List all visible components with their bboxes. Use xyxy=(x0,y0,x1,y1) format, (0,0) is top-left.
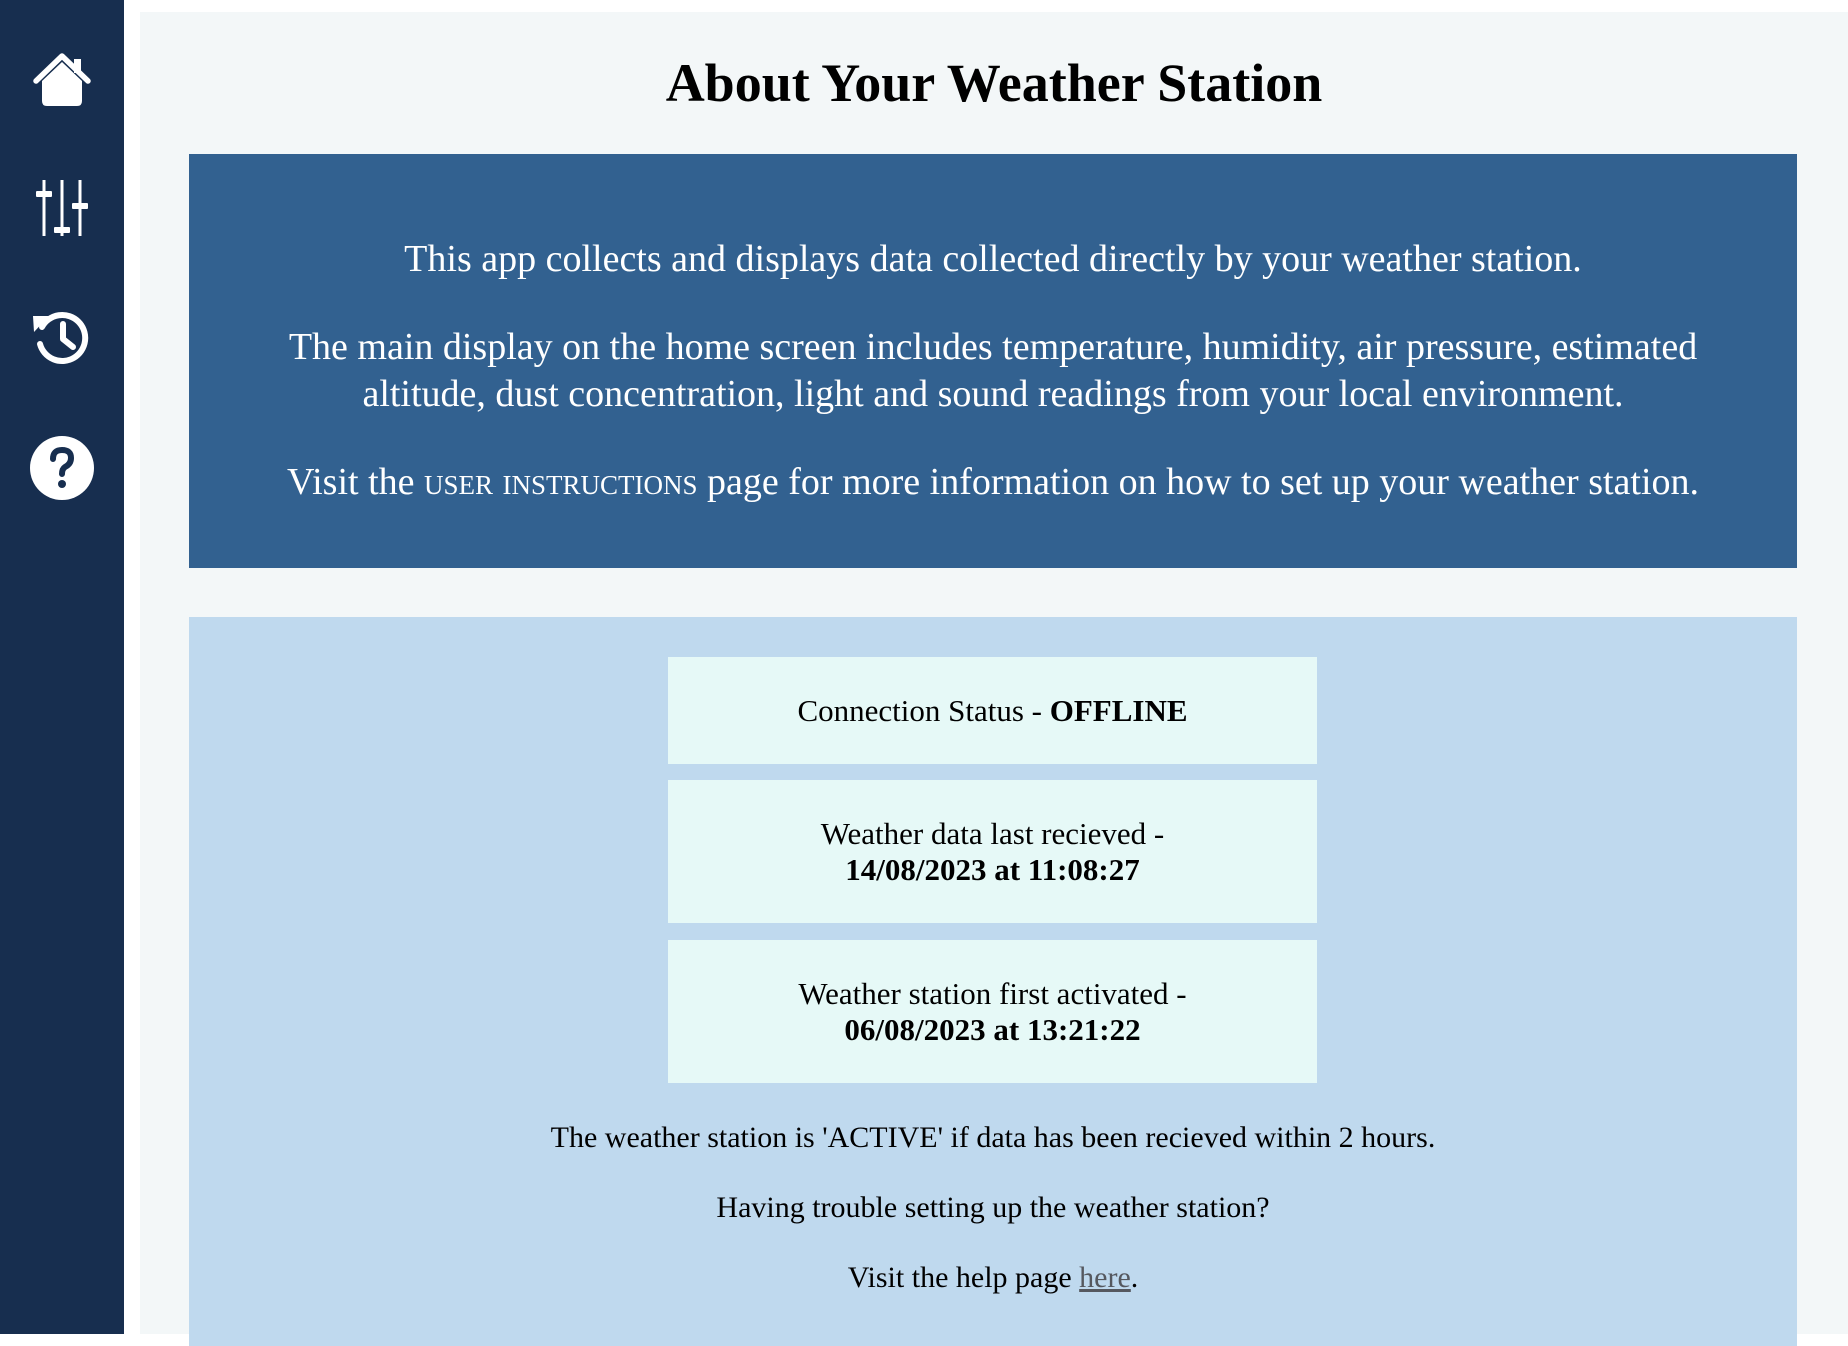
sliders-icon xyxy=(36,180,88,236)
intro-paragraph-3-before: Visit the xyxy=(286,461,425,503)
nav-history-button[interactable] xyxy=(0,300,124,376)
first-activated-label: Weather station first activated - xyxy=(798,975,1187,1011)
intro-paragraph-1: This app collects and displays data coll… xyxy=(404,238,1582,280)
intro-paragraph-2: The main display on the home screen incl… xyxy=(209,324,1777,418)
trouble-note: Having trouble setting up the weather st… xyxy=(716,1191,1270,1224)
intro-paragraph-3: Visit the user instructions page for mor… xyxy=(209,459,1777,506)
active-note: The weather station is 'ACTIVE' if data … xyxy=(550,1121,1436,1154)
main-content: About Your Weather Station This app coll… xyxy=(140,12,1848,1346)
connection-status-value: OFFLINE xyxy=(1049,692,1188,728)
help-note: Visit the help page here. xyxy=(189,1260,1797,1296)
first-activated-card: Weather station first activated - 06/08/… xyxy=(668,940,1317,1083)
page-title: About Your Weather Station xyxy=(665,53,1323,113)
intro-box: This app collects and displays data coll… xyxy=(189,154,1797,568)
user-instructions-label: user instructions xyxy=(424,461,698,503)
last-received-value: 14/08/2023 at 11:08:27 xyxy=(845,851,1140,887)
connection-status-card: Connection Status - OFFLINE xyxy=(668,657,1317,764)
sidebar-nav xyxy=(0,0,124,1334)
help-note-text: Visit the help page xyxy=(847,1261,1080,1294)
help-note-end: . xyxy=(1130,1261,1139,1294)
intro-paragraph-2-line-2: altitude, dust concentration, light and … xyxy=(362,373,1624,415)
connection-status-label: Connection Status - xyxy=(797,692,1050,728)
intro-paragraph-2-line-1: The main display on the home screen incl… xyxy=(288,326,1698,368)
status-panel: Connection Status - OFFLINE Weather data… xyxy=(189,617,1797,1346)
last-received-label: Weather data last recieved - xyxy=(820,815,1165,851)
history-icon xyxy=(33,312,89,364)
first-activated-value: 06/08/2023 at 13:21:22 xyxy=(844,1011,1141,1047)
nav-settings-button[interactable] xyxy=(0,170,124,246)
home-icon xyxy=(33,53,91,106)
nav-home-button[interactable] xyxy=(0,44,124,116)
intro-paragraph-3-after: page for more information on how to set … xyxy=(697,461,1700,503)
last-received-card: Weather data last recieved - 14/08/2023 … xyxy=(668,780,1317,923)
help-icon xyxy=(30,436,94,500)
nav-help-button[interactable] xyxy=(0,430,124,506)
help-page-link[interactable]: here xyxy=(1079,1261,1131,1294)
